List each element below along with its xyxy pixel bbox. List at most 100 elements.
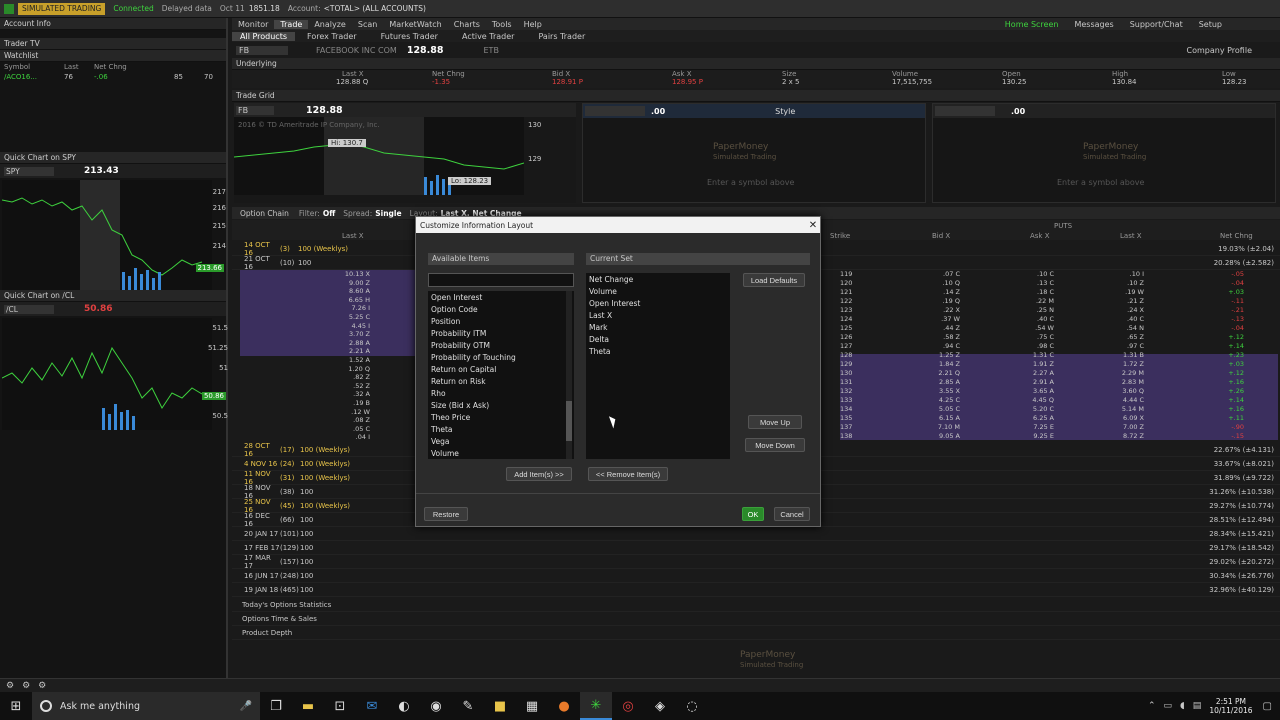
table-cell[interactable]: .18 C <box>1024 288 1054 297</box>
table-cell[interactable]: 2.27 A <box>1024 369 1054 378</box>
table-cell[interactable]: .25 N <box>1024 306 1054 315</box>
table-cell[interactable]: +.12 <box>1224 333 1244 342</box>
table-cell[interactable]: 131 <box>840 378 860 387</box>
table-cell[interactable]: .19 Q <box>930 297 960 306</box>
section-options-time-sales[interactable]: Options Time & Sales <box>232 612 1280 626</box>
tray-chevron-icon[interactable]: ⌃ <box>1148 701 1156 711</box>
table-cell[interactable]: 8.60 A <box>340 287 370 296</box>
list-item[interactable]: Probability ITM <box>428 327 574 339</box>
table-cell[interactable]: 122 <box>840 297 860 306</box>
table-cell[interactable]: 138 <box>840 432 860 441</box>
table-cell[interactable]: 125 <box>840 324 860 333</box>
app-icon-1[interactable]: ◐ <box>388 692 420 720</box>
table-cell[interactable]: +.03 <box>1224 288 1244 297</box>
expiration-row[interactable]: 20 JAN 17 (101) 100 28.34% (±15.421) <box>232 527 1280 541</box>
tab-all-products[interactable]: All Products <box>232 31 296 41</box>
table-cell[interactable]: 2.88 A <box>340 339 370 348</box>
grid2-symbol-input[interactable] <box>585 106 645 116</box>
table-cell[interactable]: 123 <box>840 306 860 315</box>
watchlist-header[interactable]: Watchlist <box>0 50 226 62</box>
expiration-row[interactable]: 17 MAR 17 (157) 100 29.02% (±20.272) <box>232 554 1280 570</box>
wl-col-symbol[interactable]: Symbol <box>4 63 64 71</box>
table-cell[interactable]: -.11 <box>1224 297 1244 306</box>
table-cell[interactable]: .08 Z <box>340 416 370 425</box>
table-cell[interactable]: .22 X <box>930 306 960 315</box>
menu-tools[interactable]: Tools <box>486 20 518 29</box>
file-explorer-icon[interactable]: ▬ <box>292 692 324 720</box>
expiration-row[interactable]: 16 JUN 17 (248) 100 30.34% (±26.776) <box>232 569 1280 583</box>
setup-link[interactable]: Setup <box>1191 20 1230 29</box>
keyboard-icon[interactable]: ▤ <box>1193 701 1202 711</box>
remove-items-button[interactable]: << Remove Item(s) <box>588 467 668 481</box>
table-cell[interactable]: .58 Z <box>930 333 960 342</box>
table-cell[interactable]: +.23 <box>1224 351 1244 360</box>
table-cell[interactable]: .65 Z <box>1114 333 1144 342</box>
table-cell[interactable]: .22 M <box>1024 297 1054 306</box>
dialog-close-icon[interactable]: ✕ <box>806 220 820 231</box>
table-cell[interactable]: 129 <box>840 360 860 369</box>
underlying-header[interactable]: Underlying <box>232 58 1280 70</box>
table-cell[interactable]: 119 <box>840 270 860 279</box>
list-item[interactable]: Return on Risk <box>428 375 574 387</box>
table-cell[interactable]: .24 X <box>1114 306 1144 315</box>
table-cell[interactable]: 4.44 C <box>1114 396 1144 405</box>
table-cell[interactable]: 133 <box>840 396 860 405</box>
symbol-input[interactable]: FB <box>236 45 288 55</box>
company-profile-link[interactable]: Company Profile <box>1187 46 1252 55</box>
table-cell[interactable]: +.26 <box>1224 387 1244 396</box>
menu-help[interactable]: Help <box>518 20 548 29</box>
table-cell[interactable]: .98 C <box>1024 342 1054 351</box>
table-cell[interactable]: 128 <box>840 351 860 360</box>
sticky-notes-icon[interactable]: ■ <box>484 692 516 720</box>
filter-value[interactable]: Off <box>323 209 335 218</box>
current-set-list[interactable]: Net Change Volume Open Interest Last X Mark D… <box>586 273 730 459</box>
notifications-icon[interactable]: ▢ <box>1263 701 1272 712</box>
list-item[interactable]: Probability of Touching <box>428 351 574 363</box>
tab-futures-trader[interactable]: Futures Trader <box>369 32 450 41</box>
messages-link[interactable]: Messages <box>1066 20 1121 29</box>
account-select[interactable]: <TOTAL> (ALL ACCOUNTS) <box>324 4 426 13</box>
spread-value[interactable]: Single <box>375 209 401 218</box>
table-cell[interactable]: 8.72 Z <box>1114 432 1144 441</box>
app-icon-3[interactable]: ✎ <box>452 692 484 720</box>
table-cell[interactable]: 120 <box>840 279 860 288</box>
list-item[interactable]: Rho <box>428 387 574 399</box>
add-items-button[interactable]: Add Item(s) >> <box>506 467 572 481</box>
list-item[interactable]: Theo Price <box>428 411 574 423</box>
table-cell[interactable]: 3.65 A <box>1024 387 1054 396</box>
list-item[interactable]: Vega <box>428 435 574 447</box>
table-cell[interactable]: 1.31 C <box>1024 351 1054 360</box>
spy-chart[interactable]: 217 216 215 214 213.66 <box>1 180 226 292</box>
list-item[interactable]: Size (Bid x Ask) <box>428 399 574 411</box>
table-cell[interactable]: 4.45 Q <box>1024 396 1054 405</box>
menu-scan[interactable]: Scan <box>352 20 383 29</box>
list-item[interactable]: Volume <box>428 447 574 459</box>
menu-monitor[interactable]: Monitor <box>232 20 274 29</box>
table-cell[interactable]: 1.52 A <box>340 356 370 365</box>
table-cell[interactable]: .97 C <box>1114 342 1144 351</box>
expiration-row[interactable]: 19 JAN 18 (465) 100 32.96% (±40.129) <box>232 583 1280 597</box>
table-cell[interactable]: -.13 <box>1224 315 1244 324</box>
section-product-depth[interactable]: Product Depth <box>232 626 1280 640</box>
grid1-symbol-input[interactable]: FB <box>236 105 274 115</box>
cancel-button[interactable]: Cancel <box>774 507 810 521</box>
table-cell[interactable]: 137 <box>840 423 860 432</box>
list-item[interactable]: Last X <box>586 309 730 321</box>
table-cell[interactable]: +.14 <box>1224 342 1244 351</box>
chrome-icon[interactable]: ◎ <box>612 692 644 720</box>
table-cell[interactable]: 1.31 B <box>1114 351 1144 360</box>
table-cell[interactable]: .54 N <box>1114 324 1144 333</box>
windows-start-icon[interactable]: ⊞ <box>0 692 32 720</box>
table-cell[interactable]: .40 C <box>1114 315 1144 324</box>
table-cell[interactable]: 2.85 A <box>930 378 960 387</box>
list-item[interactable]: Open Interest <box>586 297 730 309</box>
available-search-input[interactable] <box>428 273 574 287</box>
table-cell[interactable]: +.03 <box>1224 360 1244 369</box>
table-cell[interactable]: 6.09 X <box>1114 414 1144 423</box>
volume-icon[interactable]: ◖ <box>1180 701 1185 711</box>
app-icon-2[interactable]: ◉ <box>420 692 452 720</box>
list-item[interactable]: Mark <box>586 321 730 333</box>
table-cell[interactable]: -.21 <box>1224 306 1244 315</box>
list-item[interactable]: Theta <box>586 345 730 357</box>
restore-button[interactable]: Restore <box>424 507 468 521</box>
